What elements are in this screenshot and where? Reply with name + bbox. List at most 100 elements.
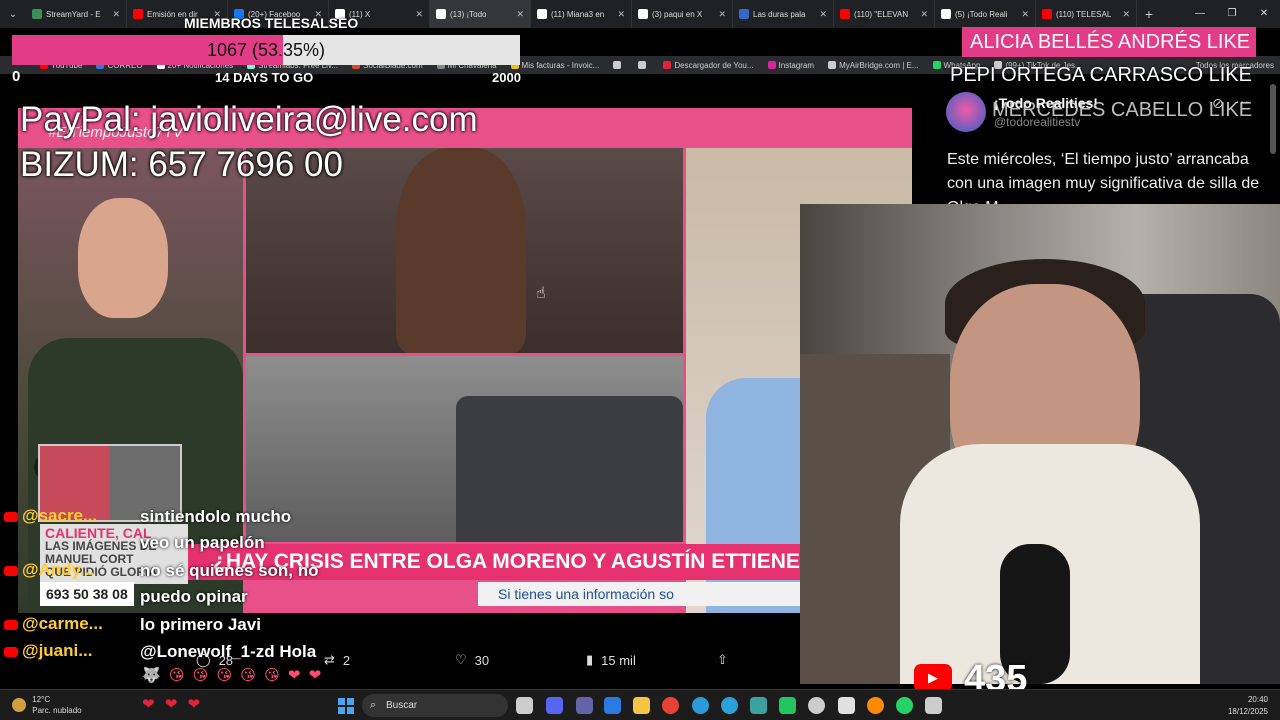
bookmark-favicon-icon — [663, 61, 672, 69]
taskbar-search-input[interactable]: ⌕ Buscar — [362, 694, 508, 717]
browser-tab[interactable]: (13) ¡Todo ✕ — [430, 0, 531, 28]
telegram-icon[interactable] — [721, 697, 738, 714]
browser-tab[interactable]: (110) "ELEVAN ✕ — [834, 0, 935, 28]
bookmark-label: Descargador de You... — [674, 60, 754, 70]
browser-tab[interactable]: (11) Miana3 en ✕ — [531, 0, 632, 28]
video-panel-street-scene — [246, 356, 683, 542]
paypal-text: PayPal: javioliveira@live.com — [20, 100, 478, 139]
restore-icon[interactable]: ❐ — [1216, 0, 1248, 28]
repost-count: 2 — [342, 652, 351, 668]
chat-user[interactable]: @sacre... — [4, 506, 97, 526]
minimize-icon[interactable]: — — [1184, 0, 1216, 28]
weather-icon — [12, 698, 26, 712]
taskbar-search-placeholder: Buscar — [386, 700, 418, 711]
windows-start-icon[interactable] — [338, 698, 354, 714]
edge-icon[interactable] — [692, 697, 709, 714]
tweet-card: ¡Todo Realities! @todorealitiestv ⊘ ··· … — [930, 76, 1280, 216]
webcam-feed — [800, 204, 1280, 684]
chat-username: @sacre... — [22, 506, 98, 525]
views-button[interactable]: ▮ 15 mil — [586, 652, 636, 668]
chat-username: @Andy... — [22, 560, 94, 579]
tab-close-icon[interactable]: ✕ — [1122, 9, 1130, 20]
bookmark-favicon-icon — [638, 61, 647, 69]
browser-tab[interactable]: (3) paqui en X ✕ — [632, 0, 733, 28]
browser-tab[interactable]: (5) ¡Todo Reali ✕ — [935, 0, 1036, 28]
repost-button[interactable]: ⇄ 2 — [324, 652, 350, 668]
tab-favicon-icon — [32, 9, 42, 19]
tab-label: Las duras pala — [753, 9, 806, 19]
bookmark-item[interactable] — [638, 61, 649, 69]
browser-tab[interactable]: Las duras pala ✕ — [733, 0, 834, 28]
tab-close-icon[interactable]: ✕ — [1021, 9, 1029, 20]
new-tab-button[interactable]: + — [1137, 6, 1161, 22]
task-view-icon[interactable] — [516, 697, 533, 714]
tab-favicon-icon — [133, 9, 143, 19]
youtube-icon — [4, 565, 18, 576]
avatar[interactable] — [946, 92, 986, 132]
share-button[interactable]: ⇧ — [717, 652, 728, 668]
tab-label: (110) TELESAL — [1056, 9, 1112, 19]
weather-widget[interactable]: 12°C Parc. nublado — [12, 694, 82, 716]
youtube-icon — [4, 619, 18, 630]
browser-tab[interactable]: (110) TELESAL ✕ — [1036, 0, 1137, 28]
whatsapp-icon[interactable] — [896, 697, 913, 714]
chat-user[interactable]: @Andy... — [4, 560, 94, 580]
tab-close-icon[interactable]: ✕ — [516, 9, 524, 20]
bookmark-item[interactable]: Instagram — [767, 60, 815, 70]
bookmark-favicon-icon — [828, 61, 837, 69]
bookmark-label: MyAirBridge.com | E... — [839, 60, 919, 70]
weather-desc: Parc. nublado — [32, 706, 82, 715]
goal-progress-bar: 1067 (53.35%) — [12, 35, 520, 65]
chat-user[interactable]: @carme... — [4, 614, 103, 634]
tab-close-icon[interactable]: ✕ — [920, 9, 928, 20]
bookmark-item[interactable]: Mis facturas - Invoic... — [510, 61, 599, 70]
chrome-icon[interactable] — [662, 697, 679, 714]
chat-message: veo un papelón — [140, 533, 265, 552]
app-icon[interactable] — [867, 697, 884, 714]
share-icon: ⇧ — [717, 652, 728, 667]
file-explorer-icon[interactable] — [633, 697, 650, 714]
scrollbar[interactable] — [1270, 84, 1276, 154]
tab-close-icon[interactable]: ✕ — [617, 9, 625, 20]
tab-close-icon[interactable]: ✕ — [112, 9, 120, 20]
tab-label: StreamYard - E — [46, 9, 101, 19]
tab-favicon-icon — [537, 9, 547, 19]
tab-close-icon[interactable]: ✕ — [819, 9, 827, 20]
reply-button[interactable]: ◯ 28 — [196, 652, 233, 668]
chat-message: lo primero Javi — [140, 615, 261, 634]
bookmark-favicon-icon — [613, 61, 622, 69]
search-icon: ⌕ — [370, 699, 377, 711]
bookmark-item[interactable] — [613, 61, 624, 69]
repost-icon: ⇄ — [324, 652, 335, 667]
app-icon[interactable] — [838, 697, 855, 714]
goal-max: 2000 — [492, 70, 521, 85]
bookmark-item[interactable]: Descargador de You... — [663, 60, 754, 70]
app-icon[interactable] — [750, 697, 767, 714]
tab-favicon-icon — [840, 9, 850, 19]
chat-username: @carme... — [22, 614, 103, 633]
discord-icon[interactable] — [546, 697, 563, 714]
app-icon[interactable] — [925, 697, 942, 714]
close-icon[interactable]: ✕ — [1248, 0, 1280, 28]
outlook-icon[interactable] — [604, 697, 621, 714]
obs-icon[interactable] — [808, 697, 825, 714]
tab-search-icon[interactable]: ⌄ — [0, 0, 26, 28]
tab-favicon-icon — [1042, 9, 1052, 19]
tweet-actions: ◯ 28 ⇄ 2 ♡ 30 ▮ 15 mil ⇧ — [0, 652, 800, 678]
teams-icon[interactable] — [576, 697, 593, 714]
video-phone-number: 693 50 38 08 — [40, 582, 134, 606]
browser-tab[interactable]: StreamYard - E ✕ — [26, 0, 127, 28]
tab-close-icon[interactable]: ✕ — [415, 9, 423, 20]
camtasia-icon[interactable] — [779, 697, 796, 714]
like-button[interactable]: ♡ 30 — [455, 652, 489, 668]
reply-count: 28 — [218, 652, 234, 668]
goal-title: MIEMBROS TELESALSEO — [184, 15, 359, 31]
tab-label: (110) "ELEVAN — [854, 9, 909, 19]
system-clock[interactable]: 20:40 18/12/2025 — [1228, 694, 1268, 718]
bizum-text: BIZUM: 657 7696 00 — [20, 145, 343, 184]
bookmark-item[interactable]: MyAirBridge.com | E... — [828, 60, 919, 70]
tab-close-icon[interactable]: ✕ — [718, 9, 726, 20]
like-alert-2: PEPI ORTEGA CARRASCO LIKE — [950, 64, 1252, 86]
tab-favicon-icon — [638, 9, 648, 19]
bookmark-label: Instagram — [778, 60, 815, 70]
